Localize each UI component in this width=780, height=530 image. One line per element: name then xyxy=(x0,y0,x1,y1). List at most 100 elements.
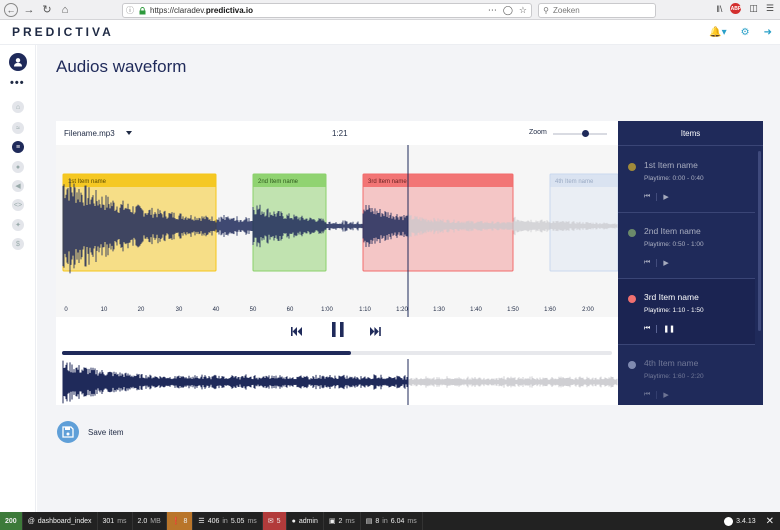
zoom-slider[interactable] xyxy=(553,130,607,137)
overview-waveform[interactable] xyxy=(56,359,618,405)
user-icon xyxy=(14,58,22,67)
close-icon[interactable]: ✕ xyxy=(766,516,774,527)
skip-forward-icon[interactable] xyxy=(369,325,381,339)
current-time: 1:21 xyxy=(332,129,348,138)
audio-player: Filename.mp3 1:21 Zoom 1st Item name 2nd … xyxy=(56,121,618,405)
timeline-tick: 2:00 xyxy=(582,307,594,313)
library-icon[interactable]: ‖\ xyxy=(716,4,722,14)
skip-back-icon[interactable]: ⏮ xyxy=(644,193,650,201)
layers-icon: ☰ xyxy=(198,518,205,525)
warnings-count[interactable]: ❗ 8 xyxy=(166,512,194,530)
template-icon: ▣ xyxy=(328,518,336,525)
symfony-logo-icon xyxy=(724,517,734,526)
timeline-tick: 30 xyxy=(176,307,183,313)
items-title: Items xyxy=(618,121,763,146)
request-time[interactable]: 301 ms xyxy=(98,512,133,530)
timeline-tick: 1:40 xyxy=(470,307,482,313)
bookmark-star-icon[interactable]: ☆ xyxy=(519,5,527,16)
reload-icon[interactable]: ↻ xyxy=(40,3,54,17)
user-icon: ● xyxy=(291,517,296,525)
play-icon[interactable]: ▶ xyxy=(663,259,668,267)
skip-back-icon[interactable]: ⏮ xyxy=(644,325,650,333)
items-scrollbar[interactable] xyxy=(758,151,761,331)
debug-toolbar: 200 @ dashboard_index 301 ms 2.0 MB ❗ 8 ☰ 406… xyxy=(0,512,780,530)
url-bar[interactable]: ⓘ https://claradev.predictiva.io ⋯ ◯ ☆ xyxy=(122,3,532,18)
play-icon[interactable]: ▶ xyxy=(663,391,668,399)
timeline-tick: 10 xyxy=(101,307,108,313)
timeline-tick: 50 xyxy=(250,307,257,313)
page-actions-icon[interactable]: ⋯ xyxy=(488,5,497,16)
skip-back-icon[interactable]: ⏮ xyxy=(644,391,650,399)
chat-icon: ✉ xyxy=(267,518,274,525)
main-waveform[interactable]: 1st Item name 2nd Item name 3rd Item name 4… xyxy=(56,145,618,317)
pocket-icon[interactable]: ◯ xyxy=(503,5,513,16)
play-icon[interactable]: ▶ xyxy=(663,193,668,201)
region-label: 3rd Item name xyxy=(368,179,407,185)
item-color-dot xyxy=(628,295,636,303)
items-panel: Items 1st Item name Playtime: 0:00 - 0:4… xyxy=(618,121,763,405)
timeline-tick: 0 xyxy=(64,307,68,313)
wifi-nav-icon[interactable]: ≈ xyxy=(12,122,24,134)
status-code[interactable]: 200 xyxy=(0,512,23,530)
db-stats[interactable]: ▤ 8 in 6.04 ms xyxy=(361,512,423,530)
back-icon[interactable]: ← xyxy=(4,2,18,17)
overview-bars xyxy=(62,360,618,404)
code-nav-icon[interactable]: <> xyxy=(12,199,24,211)
item-4[interactable]: 4th Item name Playtime: 1:60 - 2:20 ⏮ ▶ xyxy=(618,345,755,405)
item-1[interactable]: 1st Item name Playtime: 0:00 - 0:40 ⏮ ▶ xyxy=(618,147,755,213)
timeline-tick: 1:00 xyxy=(321,307,333,313)
item-name: 4th Item name xyxy=(644,358,699,368)
sidebar-toggle-icon[interactable]: ◫ xyxy=(749,3,758,14)
timeline-tick: 1:50 xyxy=(507,307,519,313)
save-button[interactable] xyxy=(57,421,79,443)
browser-toolbar: ← → ↻ ⌂ ⓘ https://claradev.predictiva.io… xyxy=(0,0,780,20)
zoom-label: Zoom xyxy=(529,129,547,136)
gear-icon[interactable]: ⚙ xyxy=(741,27,750,38)
megaphone-nav-icon[interactable]: ◀ xyxy=(12,180,24,192)
region-label: 4th Item name xyxy=(555,179,594,185)
item-2[interactable]: 2nd Item name Playtime: 0:50 - 1:00 ⏮ ▶ xyxy=(618,213,755,279)
menu-icon[interactable]: ☰ xyxy=(766,3,774,14)
item-color-dot xyxy=(628,229,636,237)
route-name[interactable]: @ dashboard_index xyxy=(23,512,98,530)
cache-stats[interactable]: ☰ 406 in 5.05 ms xyxy=(193,512,263,530)
waveform-area[interactable]: 1st Item name 2nd Item name 3rd Item name 4… xyxy=(56,145,618,317)
item-playtime: Playtime: 1:60 - 2:20 xyxy=(644,373,704,380)
pause-icon[interactable]: ❚❚ xyxy=(663,325,675,333)
compass-nav-icon[interactable]: ✦ xyxy=(12,219,24,231)
item-playtime: Playtime: 1:10 - 1:50 xyxy=(644,307,704,314)
user-info[interactable]: ● admin xyxy=(287,512,324,530)
skip-back-icon[interactable] xyxy=(291,325,303,339)
dollar-nav-icon[interactable]: $ xyxy=(12,238,24,250)
symfony-version[interactable]: 3.4.13 xyxy=(724,517,756,526)
save-label[interactable]: Save item xyxy=(88,428,124,437)
playback-controls xyxy=(56,317,618,347)
adblock-icon[interactable]: ABP xyxy=(730,3,742,14)
forward-icon[interactable]: → xyxy=(22,3,36,17)
zoom-slider-handle[interactable] xyxy=(581,130,589,137)
user-nav-icon[interactable]: ● xyxy=(12,161,24,173)
memory-usage[interactable]: 2.0 MB xyxy=(133,512,167,530)
render-time[interactable]: ▣ 2 ms xyxy=(324,512,361,530)
search-icon: ⚲ xyxy=(543,6,549,15)
list-nav-icon[interactable]: ≡ xyxy=(12,141,24,153)
avatar[interactable] xyxy=(9,53,27,71)
info-icon[interactable]: ⓘ xyxy=(123,5,137,16)
pause-icon[interactable] xyxy=(332,322,344,340)
bell-icon[interactable]: 🔔▾ xyxy=(709,27,726,38)
filename-select[interactable]: Filename.mp3 xyxy=(64,129,115,138)
lock-icon xyxy=(137,6,147,15)
item-3[interactable]: 3rd Item name Playtime: 1:10 - 1:50 ⏮ ❚❚ xyxy=(618,279,755,345)
logout-icon[interactable]: ➜ xyxy=(764,27,772,38)
home-nav-icon[interactable]: ⌂ xyxy=(12,101,24,113)
progress-fill xyxy=(62,351,351,355)
timeline-tick: 20 xyxy=(138,307,145,313)
chevron-down-icon[interactable] xyxy=(126,131,132,135)
skip-back-icon[interactable]: ⏮ xyxy=(644,259,650,267)
logo[interactable]: PREDICTIVA xyxy=(12,25,114,39)
more-icon[interactable]: ••• xyxy=(10,77,25,89)
home-icon[interactable]: ⌂ xyxy=(58,3,72,17)
errors-count[interactable]: ✉ 5 xyxy=(262,512,287,530)
browser-search-input[interactable]: ⚲ Zoeken xyxy=(538,3,656,18)
playback-progress[interactable] xyxy=(62,351,612,355)
